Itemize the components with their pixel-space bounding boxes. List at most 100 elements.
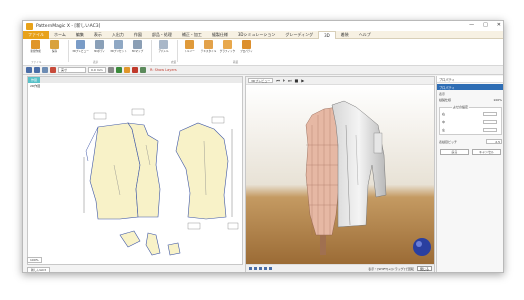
scale-select[interactable]: 実寸 xyxy=(58,67,86,73)
ribbon-icon xyxy=(159,40,168,49)
tab-draft[interactable]: 作図 xyxy=(28,77,41,83)
size-input[interactable]: 0.0 mm xyxy=(88,67,106,73)
close-3d-button[interactable]: 閉じる xyxy=(416,266,432,271)
ribbon-button[interactable]: プロパティ xyxy=(238,39,255,63)
pattern-canvas[interactable] xyxy=(28,85,242,263)
layer-icon[interactable] xyxy=(140,67,146,73)
first-frame-button[interactable]: ⏮ xyxy=(276,78,280,83)
menu-parts[interactable]: 部品・処理 xyxy=(147,32,177,38)
run-button[interactable]: ▶ xyxy=(301,78,304,83)
record-icon[interactable] xyxy=(50,67,56,73)
ribbon-group-label: ファイル xyxy=(31,61,42,64)
view-tools xyxy=(249,267,272,270)
ribbon-icon xyxy=(95,40,104,49)
props-title: プロパティ xyxy=(437,76,503,83)
last-frame-button[interactable]: ⏭ xyxy=(288,78,292,83)
side-view-icon[interactable] xyxy=(254,267,257,270)
props-line-input[interactable] xyxy=(483,112,497,116)
pattern-piece-collar xyxy=(119,230,141,248)
menu-grading[interactable]: グレーディング xyxy=(280,32,318,38)
3d-header: 3Dプレビュー ⏮ ⏵ ⏭ ■ ▶ xyxy=(246,77,434,85)
reset-view-icon[interactable] xyxy=(269,267,272,270)
ribbon-button[interactable]: 保存 xyxy=(46,39,63,63)
app-icon xyxy=(26,22,33,30)
minimize-button[interactable]: — xyxy=(469,22,474,28)
zoom-select[interactable]: 100% xyxy=(27,257,42,263)
delete-icon[interactable] xyxy=(132,67,138,73)
menu-sewing[interactable]: 縫製仕様 xyxy=(207,32,233,38)
cancel-button[interactable]: キャンセル xyxy=(472,149,501,155)
pen-icon[interactable] xyxy=(124,67,130,73)
menu-io[interactable]: 入出力 xyxy=(107,32,129,38)
layout-icon[interactable] xyxy=(42,67,48,73)
snap-icon[interactable] xyxy=(108,67,114,73)
props-line: 中 xyxy=(440,120,501,124)
3d-scene[interactable] xyxy=(246,85,435,266)
pattern-tabstrip: 作図 xyxy=(28,77,242,83)
ribbon: 新規作成 保存 3Dプレビュー 3Dボディ 3Dプリセット 3Dマップ アパレル トルソー テキ… xyxy=(23,39,503,66)
maximize-button[interactable]: □ xyxy=(483,22,488,28)
props-line-label: 右 xyxy=(442,112,446,116)
add-icon[interactable] xyxy=(116,67,122,73)
ribbon-group-label: 表示 xyxy=(93,61,99,64)
sheet-tabs: 新しいAC3 xyxy=(27,265,127,272)
props-group-title: よせの設定 xyxy=(452,105,470,109)
ribbon-button[interactable]: 3Dマップ xyxy=(129,39,146,63)
top-view-icon[interactable] xyxy=(264,267,267,270)
props-selected-item[interactable]: プロパティ xyxy=(437,84,503,90)
ribbon-button[interactable]: 3Dプリセット xyxy=(110,39,127,63)
props-row-key: 表示 xyxy=(439,92,446,96)
play-button[interactable]: ⏵ xyxy=(283,78,285,83)
ribbon-button[interactable]: テキスタイル xyxy=(200,39,217,63)
ribbon-button-label: プロパティ xyxy=(240,50,253,53)
props-length-row: 表縫目ピッチ 2.5 xyxy=(437,139,503,144)
props-row-value[interactable]: 100% xyxy=(493,98,502,102)
menu-dress[interactable]: 着装 xyxy=(336,32,354,38)
menu-3d[interactable]: 3D xyxy=(318,30,336,39)
props-row: 縫製仕様 100% xyxy=(437,97,503,103)
view-gizmo xyxy=(413,238,431,256)
menu-home[interactable]: ホーム xyxy=(49,32,71,38)
ribbon-icon xyxy=(242,40,251,49)
menu-draft[interactable]: 作図 xyxy=(129,32,147,38)
menu-view[interactable]: 表示 xyxy=(89,32,107,38)
ribbon-group-label: 着装 xyxy=(233,61,239,64)
menu-help[interactable]: ヘルプ xyxy=(354,32,376,38)
props-line-label: 中 xyxy=(442,120,446,124)
grid-icon[interactable] xyxy=(26,67,32,73)
piece-tag xyxy=(93,112,107,120)
title-bar: PatternMagic X - [新しいAC3] — □ ✕ xyxy=(23,21,503,31)
ribbon-button-label: 3Dボディ xyxy=(93,50,106,53)
ribbon-button[interactable]: 3Dプレビュー xyxy=(72,39,89,63)
piece-tag xyxy=(187,222,201,230)
piece-tag xyxy=(227,222,239,230)
pattern-pane[interactable]: 作図 2D作図 xyxy=(27,76,243,265)
3d-preview-pane[interactable]: 3Dプレビュー ⏮ ⏵ ⏭ ■ ▶ 表示・[SHIFT]+[ドラッグ]で回転 閉… xyxy=(245,76,435,272)
sleeve-patch xyxy=(373,132,383,154)
props-buttons: 戻る キャンセル xyxy=(437,149,503,155)
props-length-input[interactable]: 2.5 xyxy=(486,139,502,144)
front-view-icon[interactable] xyxy=(249,267,252,270)
ribbon-button-label: テキスタイル xyxy=(200,50,217,53)
3d-stage[interactable] xyxy=(246,85,435,266)
ribbon-button[interactable]: アパレル xyxy=(155,39,172,63)
menu-3dsim[interactable]: 3Dシミュレーション xyxy=(233,32,280,38)
back-button[interactable]: 戻る xyxy=(440,149,469,155)
props-line-input[interactable] xyxy=(483,128,497,132)
sheet-tab[interactable]: 新しいAC3 xyxy=(27,267,51,272)
menu-edit[interactable]: 編集 xyxy=(71,32,89,38)
menu-file[interactable]: ファイル xyxy=(23,30,49,39)
window-controls: — □ ✕ xyxy=(469,22,501,28)
props-line-input[interactable] xyxy=(483,120,497,124)
ribbon-icon xyxy=(204,40,213,49)
back-view-icon[interactable] xyxy=(259,267,262,270)
ribbon-group-label: 衣装 xyxy=(171,61,177,64)
piece-tag xyxy=(211,116,225,124)
ribbon-icon xyxy=(133,40,142,49)
ribbon-button[interactable]: トルソー xyxy=(181,39,198,63)
close-button[interactable]: ✕ xyxy=(497,22,501,28)
window-icon[interactable] xyxy=(34,67,40,73)
menu-adjust[interactable]: 補正・加工 xyxy=(177,32,207,38)
stop-button[interactable]: ■ xyxy=(294,78,298,83)
ribbon-separator xyxy=(68,40,69,62)
